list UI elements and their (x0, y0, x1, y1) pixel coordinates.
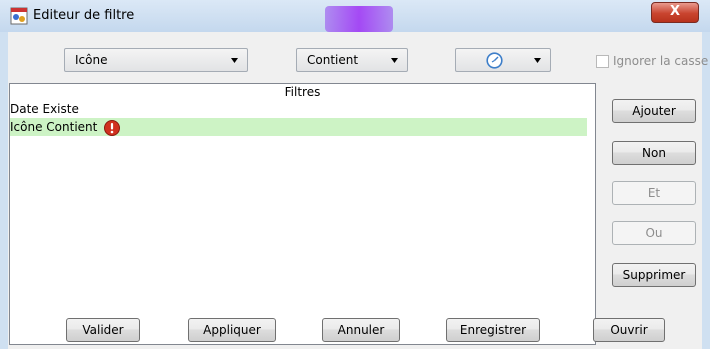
operator-select[interactable]: Contient (296, 48, 408, 72)
open-button[interactable]: Ouvrir (593, 318, 665, 342)
title-bar[interactable]: Editeur de filtre X (0, 0, 710, 32)
client-area: Icône Contient Ignorer la casse Filtres (8, 32, 708, 349)
list-item[interactable]: Date Existe (10, 100, 587, 118)
error-icon (104, 119, 121, 136)
ignore-case-label: Ignorer la casse (613, 54, 709, 68)
field-select-value: Icône (75, 53, 108, 67)
icon-value-select[interactable] (455, 48, 551, 72)
apply-button[interactable]: Appliquer (188, 318, 276, 342)
list-item[interactable]: Icône Contient (10, 118, 587, 136)
list-item-text: Icône Contient (10, 120, 98, 134)
chevron-down-icon (534, 58, 541, 63)
title-bar-glow (325, 6, 393, 32)
add-button[interactable]: Ajouter (612, 99, 696, 123)
save-button[interactable]: Enregistrer (446, 318, 540, 342)
filter-editor-window: Editeur de filtre X Icône Contient Ignor… (0, 0, 710, 349)
cancel-button[interactable]: Annuler (322, 318, 400, 342)
field-select[interactable]: Icône (64, 48, 248, 72)
not-button[interactable]: Non (612, 141, 696, 165)
list-item-text: Date Existe (10, 102, 79, 116)
chevron-down-icon (231, 58, 238, 63)
ignore-case-checkbox[interactable] (596, 55, 609, 68)
filters-list[interactable]: Filtres Date Existe Icône Contient (9, 83, 596, 345)
validate-button[interactable]: Valider (66, 318, 140, 342)
and-button[interactable]: Et (612, 181, 696, 205)
or-button[interactable]: Ou (612, 221, 696, 245)
window-title: Editeur de filtre (33, 8, 135, 23)
operator-select-value: Contient (307, 53, 359, 67)
app-icon (10, 7, 28, 25)
clock-icon (486, 52, 503, 69)
filters-list-header: Filtres (284, 85, 321, 99)
close-button[interactable]: X (651, 2, 699, 23)
delete-button[interactable]: Supprimer (612, 263, 696, 287)
chevron-down-icon (391, 58, 398, 63)
